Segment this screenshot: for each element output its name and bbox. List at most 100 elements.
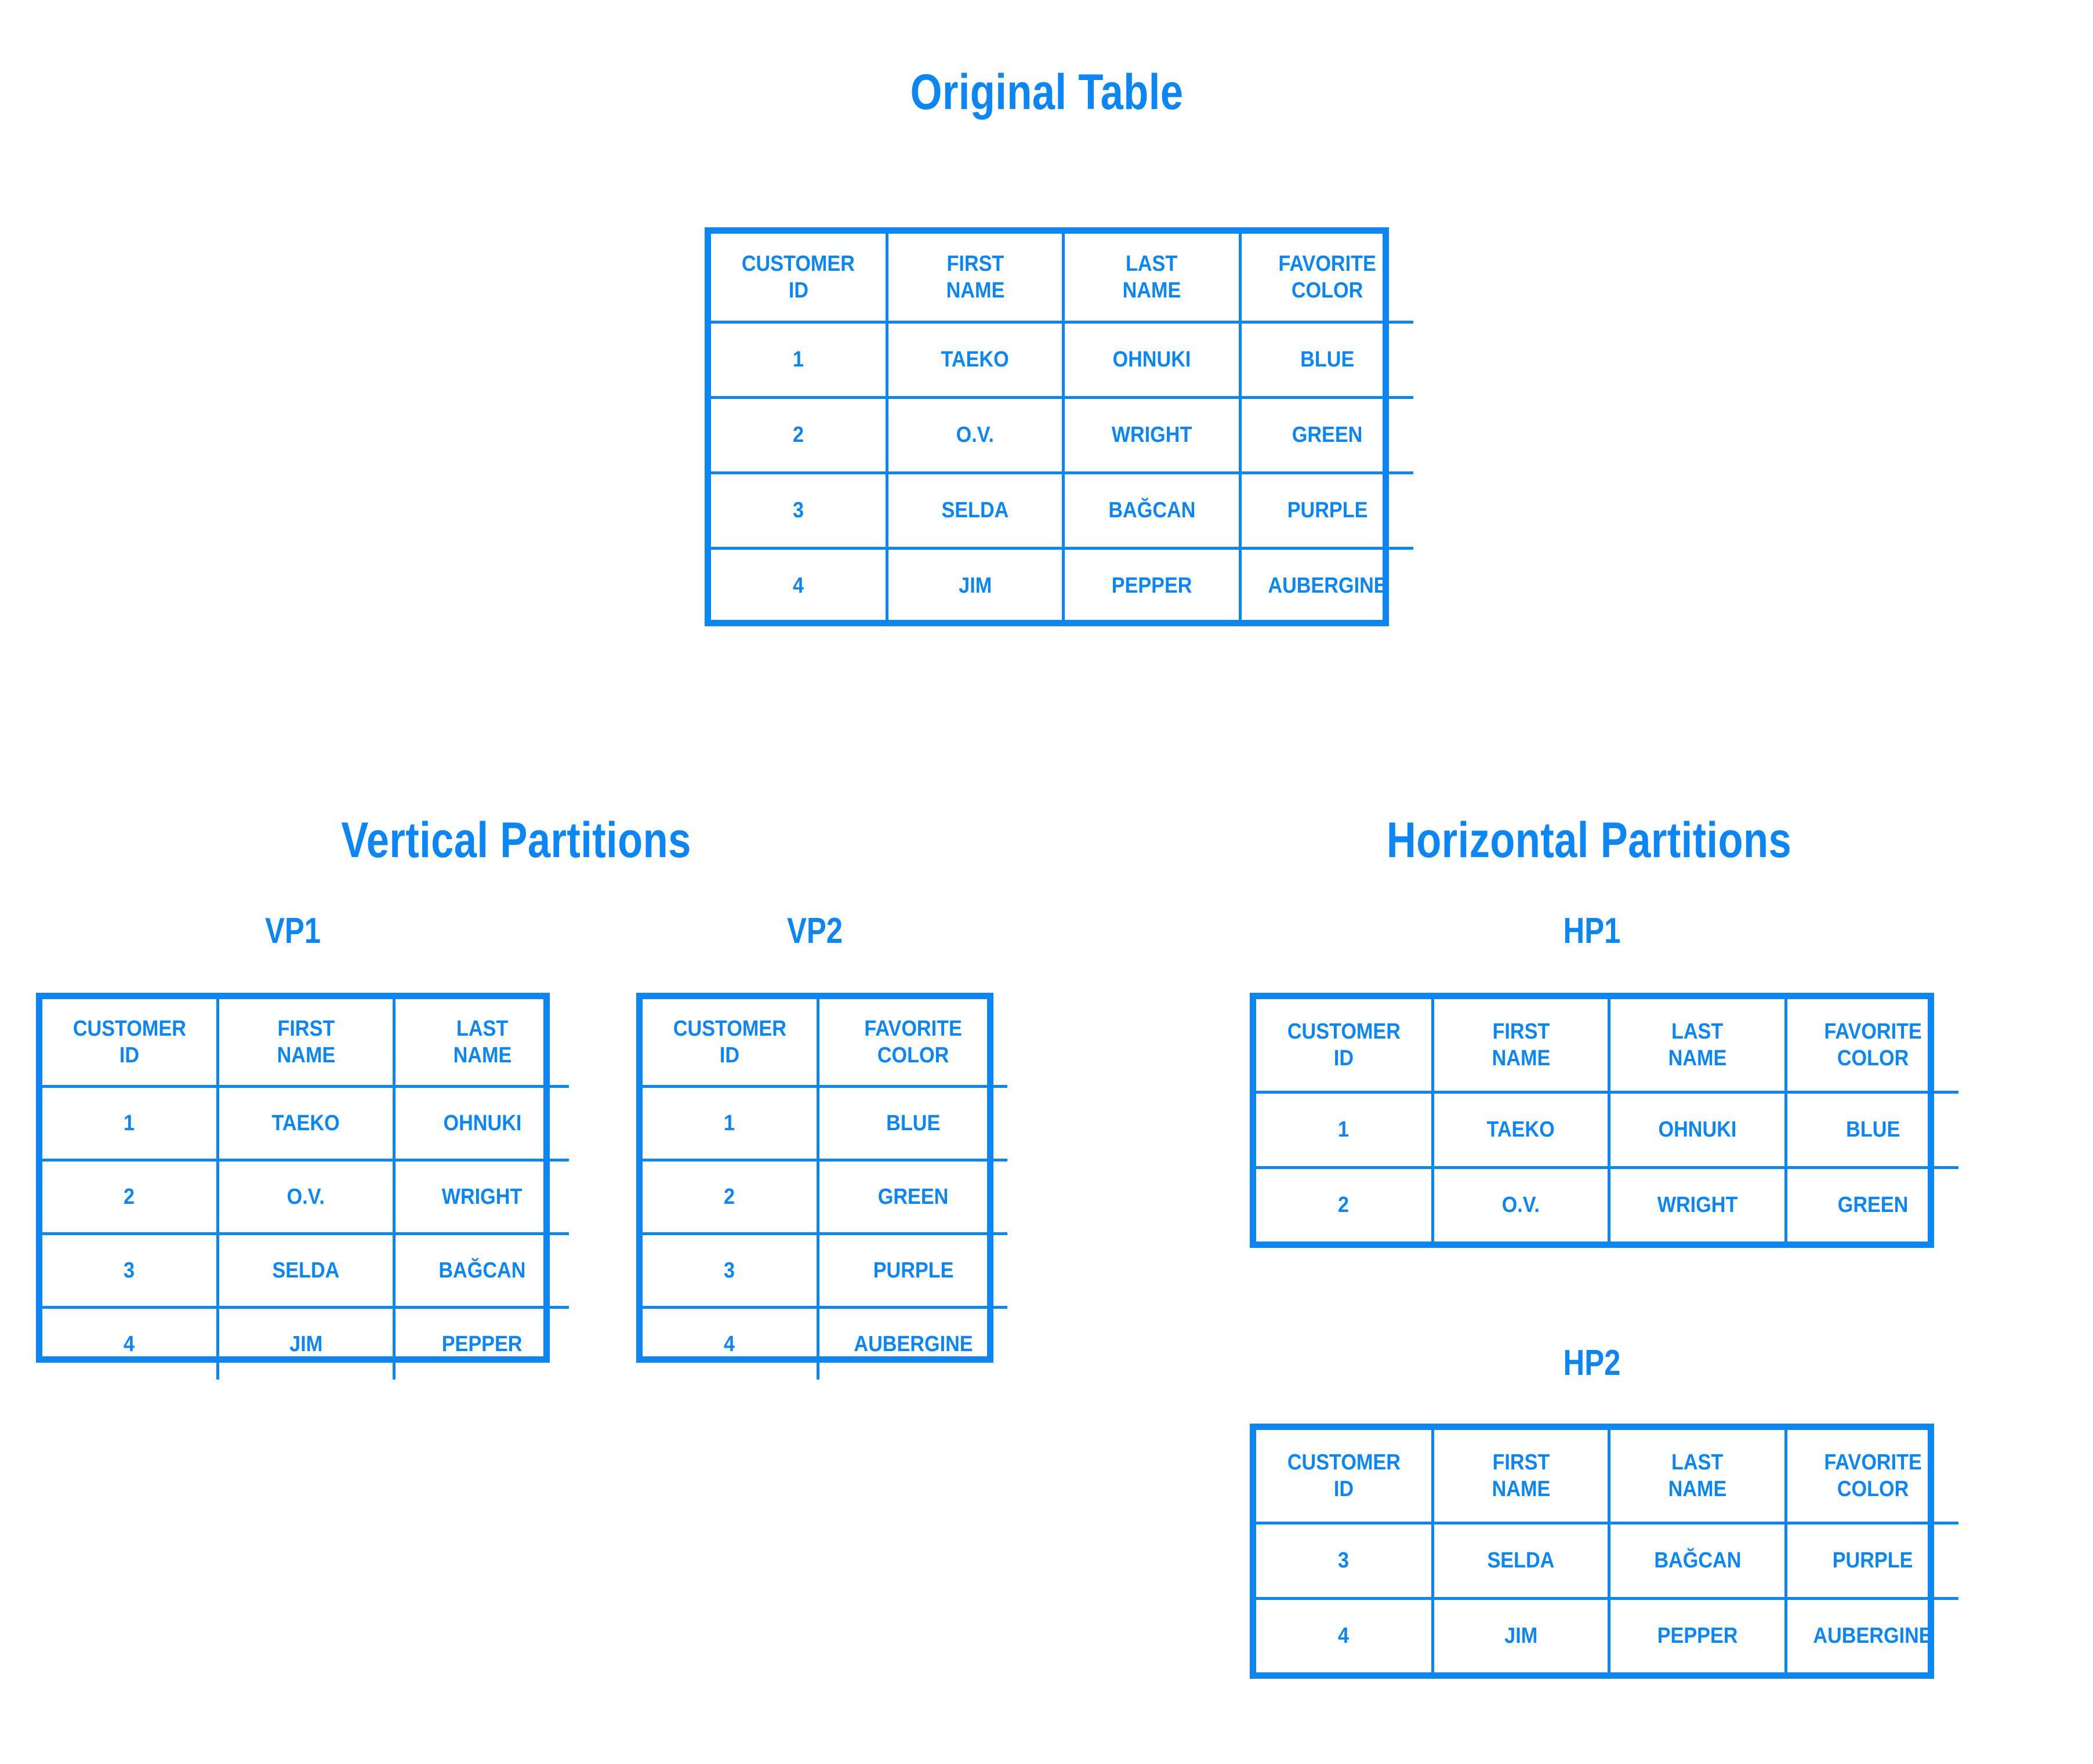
header-customer-id: CUSTOMER ID [42,999,219,1088]
cell-customer-id: 3 [1256,1522,1434,1600]
vp1-label: VP1 [264,911,321,951]
cell-first-name: O.V. [886,396,1065,474]
cell-customer-id: 3 [711,471,888,550]
table-row: 4 AUBERGINE [643,1306,1007,1380]
cell-customer-id: 1 [711,321,888,399]
cell-first-name: O.V. [216,1159,396,1235]
header-favorite-color: FAVORITE COLOR [1239,234,1413,324]
cell-first-name: TAEKO [886,321,1065,399]
cell-customer-id: 4 [1256,1597,1434,1672]
cell-first-name: O.V. [1431,1166,1610,1242]
cell-favorite-color: PURPLE [1784,1522,1958,1600]
table-row: 2 O.V. WRIGHT [42,1159,569,1235]
cell-last-name: WRIGHT [393,1159,569,1235]
header-customer-id: CUSTOMER ID [1256,999,1434,1094]
cell-favorite-color: BLUE [1239,321,1413,399]
cell-customer-id: 4 [42,1306,219,1380]
cell-customer-id: 2 [1256,1166,1434,1242]
cell-first-name: SELDA [1431,1522,1610,1600]
vp1-table: CUSTOMER ID FIRST NAME LAST NAME 1 TAEKO… [36,993,569,1380]
cell-favorite-color: BLUE [817,1085,1007,1162]
original-table: CUSTOMER ID FIRST NAME LAST NAME FAVORIT… [705,227,1413,626]
table-row: 3 SELDA BAĞCAN PURPLE [711,471,1413,550]
vertical-partitions-title: Vertical Partitions [341,812,691,868]
table-row: 1 TAEKO OHNUKI [42,1085,569,1162]
header-first-name: FIRST NAME [1431,1430,1610,1525]
cell-favorite-color: AUBERGINE [817,1306,1007,1380]
hp1-table: CUSTOMER ID FIRST NAME LAST NAME FAVORIT… [1250,993,1958,1248]
header-favorite-color: FAVORITE COLOR [1784,999,1958,1094]
cell-customer-id: 4 [643,1306,819,1380]
cell-first-name: TAEKO [216,1085,396,1162]
cell-last-name: BAĞCAN [393,1232,569,1309]
cell-favorite-color: BLUE [1784,1091,1958,1169]
header-favorite-color: FAVORITE COLOR [817,999,1007,1088]
cell-favorite-color: AUBERGINE [1784,1597,1958,1672]
cell-first-name: JIM [886,547,1065,622]
table-row: 1 BLUE [643,1085,1007,1162]
cell-last-name: OHNUKI [1608,1091,1787,1169]
cell-last-name: PEPPER [1608,1597,1787,1672]
header-customer-id: CUSTOMER ID [711,234,888,324]
cell-favorite-color: PURPLE [817,1232,1007,1309]
header-customer-id: CUSTOMER ID [1256,1430,1434,1525]
hp1-label: HP1 [1563,911,1621,951]
cell-customer-id: 3 [643,1232,819,1309]
table-row: 3 SELDA BAĞCAN [42,1232,569,1309]
hp2-label: HP2 [1563,1343,1621,1383]
table-row: 4 JIM PEPPER [42,1306,569,1380]
header-first-name: FIRST NAME [216,999,396,1088]
cell-customer-id: 1 [1256,1091,1434,1169]
cell-first-name: TAEKO [1431,1091,1610,1169]
cell-favorite-color: GREEN [1239,396,1413,474]
cell-last-name: WRIGHT [1608,1166,1787,1242]
cell-favorite-color: GREEN [817,1159,1007,1235]
hp2-table: CUSTOMER ID FIRST NAME LAST NAME FAVORIT… [1250,1424,1958,1679]
cell-first-name: JIM [1431,1597,1610,1672]
table-header-row: CUSTOMER ID FAVORITE COLOR [643,999,1007,1088]
header-first-name: FIRST NAME [1431,999,1610,1094]
header-favorite-color: FAVORITE COLOR [1784,1430,1958,1525]
cell-last-name: OHNUKI [1062,321,1242,399]
table-header-row: CUSTOMER ID FIRST NAME LAST NAME FAVORIT… [1256,1430,1958,1525]
table-header-row: CUSTOMER ID FIRST NAME LAST NAME FAVORIT… [1256,999,1958,1094]
cell-customer-id: 4 [711,547,888,622]
cell-customer-id: 2 [42,1159,219,1235]
header-last-name: LAST NAME [1608,1430,1787,1525]
table-header-row: CUSTOMER ID FIRST NAME LAST NAME FAVORIT… [711,234,1413,324]
vp2-table: CUSTOMER ID FAVORITE COLOR 1 BLUE 2 GREE… [636,993,1007,1380]
cell-favorite-color: GREEN [1784,1166,1958,1242]
cell-last-name: PEPPER [1062,547,1242,622]
cell-first-name: SELDA [886,471,1065,550]
cell-favorite-color: PURPLE [1239,471,1413,550]
cell-first-name: SELDA [216,1232,396,1309]
table-row: 3 SELDA BAĞCAN PURPLE [1256,1522,1958,1600]
header-last-name: LAST NAME [1608,999,1787,1094]
cell-last-name: WRIGHT [1062,396,1242,474]
cell-last-name: OHNUKI [393,1085,569,1162]
cell-favorite-color: AUBERGINE [1239,547,1413,622]
header-customer-id: CUSTOMER ID [643,999,819,1088]
table-row: 1 TAEKO OHNUKI BLUE [711,321,1413,399]
table-row: 2 O.V. WRIGHT GREEN [711,396,1413,474]
cell-first-name: JIM [216,1306,396,1380]
cell-customer-id: 3 [42,1232,219,1309]
original-table-title: Original Table [910,64,1184,120]
cell-customer-id: 2 [711,396,888,474]
cell-customer-id: 1 [42,1085,219,1162]
table-row: 2 O.V. WRIGHT GREEN [1256,1166,1958,1242]
table-row: 3 PURPLE [643,1232,1007,1309]
table-row: 1 TAEKO OHNUKI BLUE [1256,1091,1958,1169]
vp2-label: VP2 [786,911,843,951]
table-row: 4 JIM PEPPER AUBERGINE [711,547,1413,622]
table-row: 2 GREEN [643,1159,1007,1235]
table-header-row: CUSTOMER ID FIRST NAME LAST NAME [42,999,569,1088]
horizontal-partitions-title: Horizontal Partitions [1386,812,1792,868]
header-last-name: LAST NAME [393,999,569,1088]
cell-customer-id: 1 [643,1085,819,1162]
header-last-name: LAST NAME [1062,234,1242,324]
cell-last-name: BAĞCAN [1608,1522,1787,1600]
cell-last-name: BAĞCAN [1062,471,1242,550]
header-first-name: FIRST NAME [886,234,1065,324]
cell-last-name: PEPPER [393,1306,569,1380]
